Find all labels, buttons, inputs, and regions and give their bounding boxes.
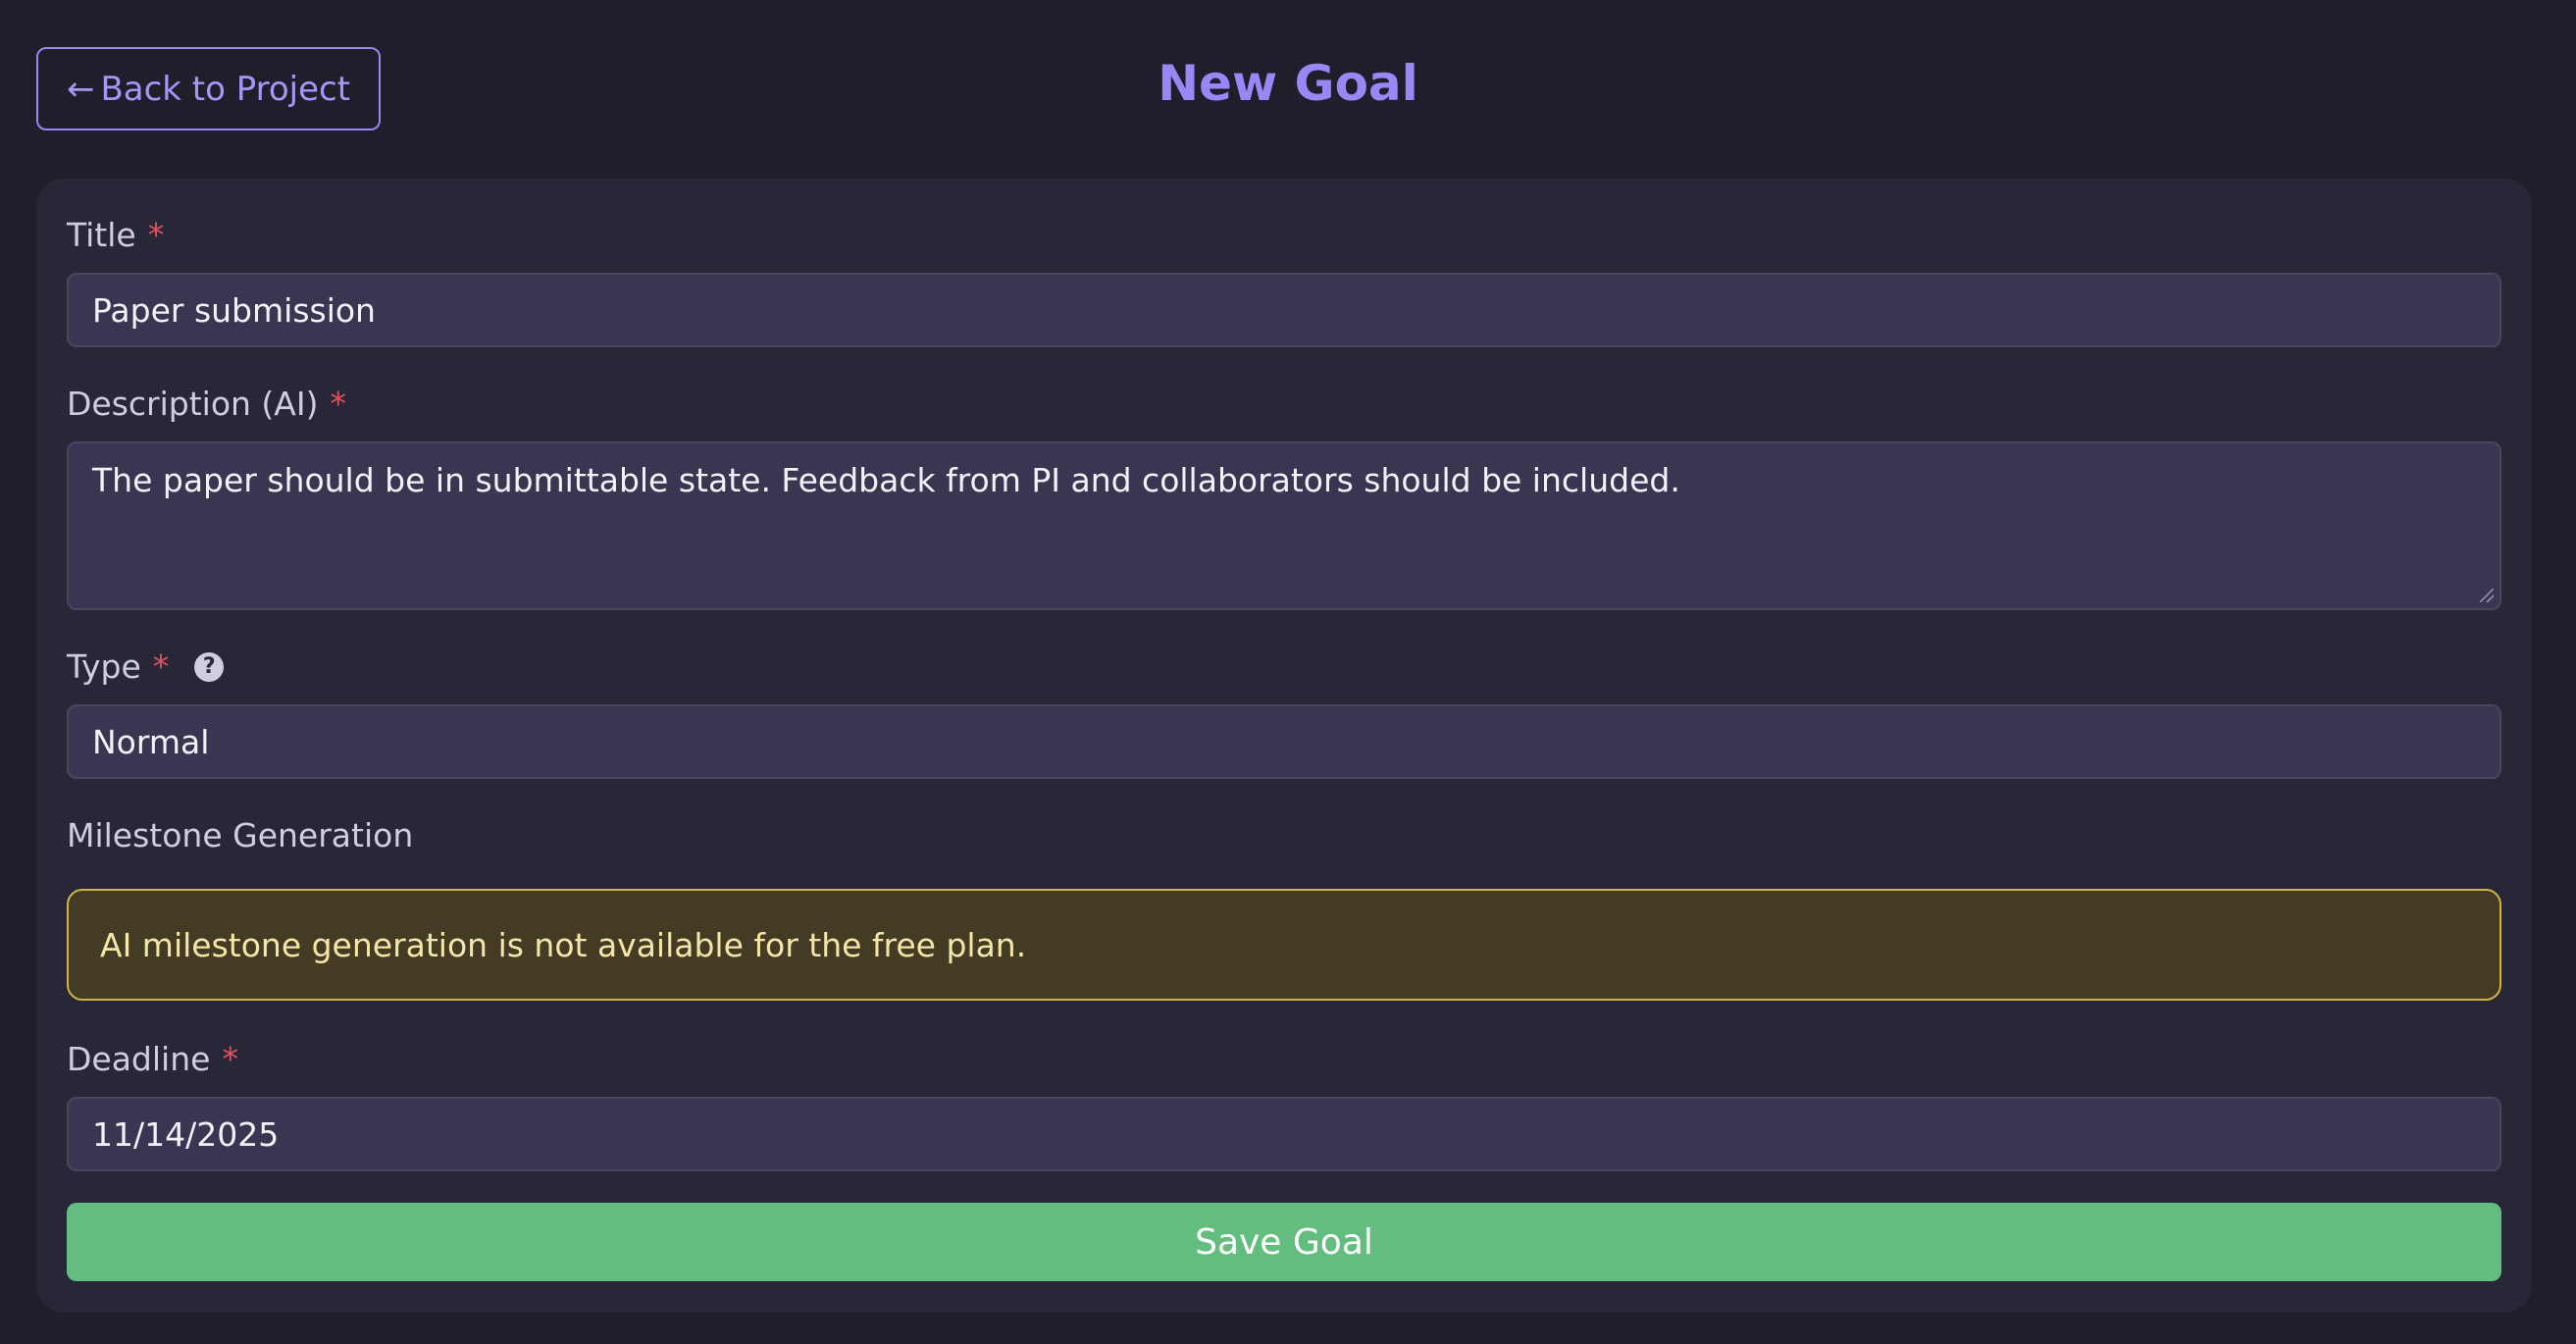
description-label: Description (AI) * xyxy=(67,385,346,423)
title-input[interactable]: Paper submission xyxy=(67,273,2501,347)
goal-form-card: Title * Paper submission Description (AI… xyxy=(36,179,2532,1313)
deadline-date-input[interactable]: 11/14/2025 xyxy=(67,1097,2501,1171)
title-input-value: Paper submission xyxy=(92,290,376,330)
deadline-label-text: Deadline xyxy=(67,1040,211,1078)
milestone-warning-notice: AI milestone generation is not available… xyxy=(67,889,2501,1001)
milestone-generation-label-text: Milestone Generation xyxy=(67,816,414,854)
page-title: New Goal xyxy=(1158,55,1418,112)
save-goal-label: Save Goal xyxy=(1195,1221,1373,1263)
type-select[interactable]: Normal xyxy=(67,704,2501,779)
milestone-warning-text: AI milestone generation is not available… xyxy=(100,925,1027,964)
new-goal-page: ← Back to Project New Goal Title * Paper… xyxy=(0,0,2576,1344)
required-marker: * xyxy=(222,1040,238,1078)
description-textarea[interactable]: The paper should be in submittable state… xyxy=(67,441,2501,610)
milestone-generation-label: Milestone Generation xyxy=(67,816,413,854)
question-circle-icon[interactable]: ? xyxy=(194,651,225,682)
title-label: Title * xyxy=(67,216,164,254)
required-marker: * xyxy=(152,647,170,686)
title-label-text: Title xyxy=(67,216,136,254)
deadline-date-value: 11/14/2025 xyxy=(92,1114,280,1154)
deadline-label: Deadline * xyxy=(67,1040,238,1078)
required-marker: * xyxy=(330,385,347,423)
resize-grip-icon[interactable] xyxy=(2480,589,2494,602)
type-select-value: Normal xyxy=(92,722,210,761)
description-textarea-value: The paper should be in submittable state… xyxy=(92,461,1680,499)
save-goal-button[interactable]: Save Goal xyxy=(67,1203,2501,1281)
required-marker: * xyxy=(147,216,165,254)
type-label: Type * ? xyxy=(67,647,225,686)
description-label-text: Description (AI) xyxy=(67,385,319,423)
type-label-text: Type xyxy=(67,647,141,686)
